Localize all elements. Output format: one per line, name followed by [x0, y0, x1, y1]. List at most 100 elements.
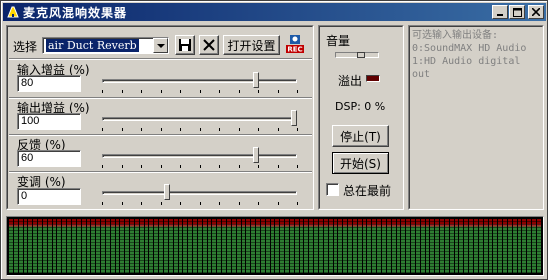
spectrum-bar: [57, 219, 62, 273]
window-title: 麦克风混响效果器: [23, 5, 128, 20]
save-icon: [179, 39, 191, 51]
spectrum-bar: [96, 219, 101, 273]
spectrum-bar: [81, 219, 86, 273]
spectrum-bar: [430, 219, 435, 273]
device-item[interactable]: out: [412, 68, 526, 81]
spectrum-bar: [52, 219, 57, 273]
spectrum-bar: [231, 219, 236, 273]
preset-value: air Duct Reverb: [46, 39, 139, 52]
title-bar[interactable]: 麦克风混响效果器: [3, 3, 546, 21]
volume-thumb[interactable]: [357, 52, 365, 58]
spectrum-bar: [352, 219, 357, 273]
spectrum-bar: [488, 219, 493, 273]
spectrum-bar: [241, 219, 246, 273]
spectrum-bar: [411, 219, 415, 273]
spectrum-bar: [377, 219, 381, 273]
tick-marks: [102, 202, 298, 206]
spectrum-bar: [338, 219, 343, 273]
volume-label: 音量: [326, 34, 351, 48]
stop-button[interactable]: 停止(T): [332, 125, 389, 147]
spectrum-bar: [105, 219, 110, 273]
feedback-slider[interactable]: [102, 146, 298, 168]
start-button[interactable]: 开始(S): [332, 152, 389, 174]
device-list-header: 可选输入输出设备:: [412, 30, 499, 41]
output-gain-slider[interactable]: [102, 109, 298, 131]
spectrum-bar: [469, 219, 473, 273]
spectrum-bar: [420, 219, 425, 273]
spectrum-bar: [183, 219, 188, 273]
input-gain-slider[interactable]: [102, 71, 298, 93]
spectrum-bar: [91, 219, 96, 273]
maximize-icon: [512, 7, 522, 17]
spectrum-bar: [299, 219, 304, 273]
device-item[interactable]: 0:SoundMAX HD Audio: [412, 42, 526, 55]
spectrum-bar: [18, 219, 23, 273]
spectrum-bar: [120, 219, 125, 273]
device-list[interactable]: 可选输入输出设备: 0:SoundMAX HD Audio 1:HD Audio…: [412, 29, 526, 81]
spectrum-bar: [357, 219, 362, 273]
spectrum-visualizer: [6, 216, 544, 276]
output-gain-field[interactable]: 100: [17, 113, 81, 130]
save-button[interactable]: [175, 35, 195, 55]
preset-select[interactable]: air Duct Reverb: [42, 37, 169, 54]
minimize-icon: [497, 14, 503, 16]
spectrum-bar: [449, 219, 454, 273]
maximize-button[interactable]: [509, 5, 525, 19]
spectrum-bar: [343, 219, 348, 273]
spectrum-bar: [328, 219, 333, 273]
spectrum-bar: [454, 219, 459, 273]
spectrum-bar: [62, 219, 67, 273]
spectrum-bar: [202, 219, 207, 273]
open-settings-button[interactable]: 打开设置: [223, 35, 280, 55]
device-item[interactable]: 1:HD Audio digital: [412, 55, 526, 68]
spectrum-bar: [38, 219, 42, 273]
spectrum-bar: [139, 219, 144, 273]
spectrum-bar: [222, 219, 226, 273]
spectrum-bar: [314, 219, 318, 273]
overflow-label: 溢出: [338, 74, 363, 88]
spectrum-bar: [478, 219, 483, 273]
close-icon: [532, 8, 540, 16]
spectrum-bar: [134, 219, 139, 273]
spectrum-bar: [67, 219, 71, 273]
slider-thumb[interactable]: [291, 110, 297, 126]
spectrum-bar: [164, 219, 168, 273]
spectrum-bar: [110, 219, 115, 273]
spectrum-bar: [309, 219, 314, 273]
delete-button[interactable]: [199, 35, 219, 55]
always-on-top-checkbox[interactable]: [326, 183, 339, 196]
spectrum-bar: [178, 219, 183, 273]
spectrum-bar: [323, 219, 328, 273]
slider-thumb[interactable]: [164, 184, 170, 200]
dsp-readout: DSP: 0 %: [335, 100, 386, 113]
spectrum-bar: [168, 219, 173, 273]
spectrum-bar: [532, 219, 536, 273]
record-icon: REC: [286, 35, 304, 54]
spectrum-bar: [474, 219, 478, 273]
spectrum-bar: [101, 219, 105, 273]
spectrum-bar: [260, 219, 265, 273]
spectrum-bar: [144, 219, 149, 273]
spectrum-bar: [503, 219, 507, 273]
spectrum-bar: [372, 219, 377, 273]
close-button[interactable]: [528, 5, 544, 19]
spectrum-bar: [173, 219, 178, 273]
spectrum-bar: [391, 219, 396, 273]
spectrum-bar: [459, 219, 464, 273]
spectrum-bar: [483, 219, 488, 273]
pitch-field[interactable]: 0: [17, 188, 81, 205]
minimize-button[interactable]: [492, 5, 508, 19]
slider-thumb[interactable]: [253, 72, 259, 88]
pitch-slider[interactable]: [102, 183, 298, 206]
input-gain-field[interactable]: 80: [17, 75, 81, 92]
feedback-field[interactable]: 60: [17, 150, 81, 167]
spectrum-bar: [285, 219, 289, 273]
spectrum-bar: [275, 219, 280, 273]
spectrum-bar: [23, 219, 28, 273]
slider-thumb[interactable]: [253, 147, 259, 163]
chevron-down-icon[interactable]: [153, 38, 168, 53]
spectrum-bar: [464, 219, 469, 273]
spectrum-bar: [304, 219, 309, 273]
record-button[interactable]: REC: [285, 35, 305, 55]
spectrum-bar: [386, 219, 391, 273]
